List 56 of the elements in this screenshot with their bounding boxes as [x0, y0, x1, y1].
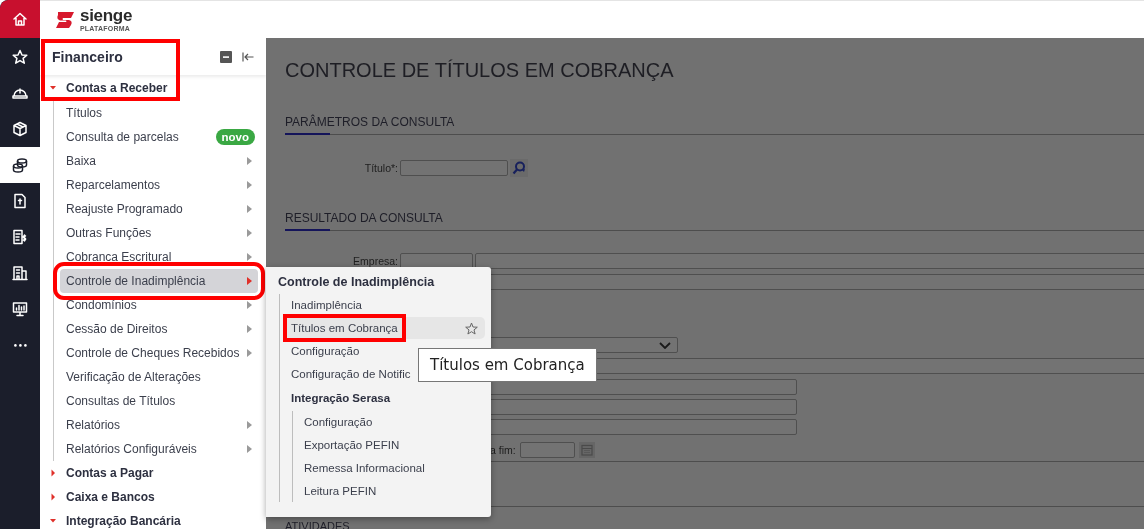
- submenu-item[interactable]: Remessa Informacional: [297, 457, 485, 479]
- company-name-field[interactable]: [475, 253, 1144, 269]
- building-icon: [11, 264, 29, 282]
- more-icon: [13, 343, 27, 347]
- page-title: CONTROLE DE TÍTULOS EM COBRANÇA: [285, 58, 675, 82]
- star-icon[interactable]: [465, 321, 478, 335]
- home-button[interactable]: [0, 0, 40, 38]
- menu-item[interactable]: Cessão de Direitos: [60, 317, 258, 341]
- logo-text: sienge: [80, 7, 133, 24]
- menu-item[interactable]: Relatórios Configuráveis: [60, 437, 258, 461]
- logo-icon: [54, 9, 76, 30]
- menu-item[interactable]: Reparcelamentos: [60, 173, 258, 197]
- menu-item[interactable]: Cobranca Escritural: [60, 245, 258, 269]
- submenu-item[interactable]: Configuração: [297, 411, 485, 433]
- submenu-item[interactable]: Títulos em Cobrança: [284, 317, 485, 339]
- title-input[interactable]: [400, 160, 508, 176]
- box-icon: [11, 120, 29, 138]
- chevron-down-icon: [659, 341, 671, 349]
- invoice-icon: [11, 228, 29, 246]
- new-badge: novo: [215, 129, 255, 145]
- monitor-chart-icon: [11, 300, 29, 318]
- rail-button[interactable]: [0, 147, 40, 183]
- menu-item[interactable]: Verificação de Alterações: [60, 365, 258, 389]
- menu-item[interactable]: Controle de Cheques Recebidos: [60, 341, 258, 365]
- menu-item[interactable]: Títulos: [60, 101, 258, 125]
- menu-group[interactable]: Integração Bancária: [66, 514, 181, 528]
- menu-item[interactable]: Baixa: [60, 149, 258, 173]
- field-label: Empresa:: [352, 255, 398, 267]
- tooltip: Títulos em Cobrança: [418, 348, 597, 382]
- document-icon: [11, 192, 29, 210]
- submenu-item[interactable]: Leitura PEFIN: [297, 480, 485, 502]
- section-heading: RESULTADO DA CONSULTA: [285, 211, 444, 225]
- end-date-field[interactable]: [519, 442, 575, 458]
- menu-group[interactable]: Contas a Pagar: [66, 466, 154, 480]
- section-heading: PARÂMETROS DA CONSULTA: [285, 115, 456, 129]
- field-label: Título*:: [363, 162, 398, 174]
- coins-icon: [11, 156, 29, 174]
- menu-item[interactable]: Consultas de Títulos: [60, 389, 258, 413]
- home-icon: [11, 10, 29, 28]
- submenu-group: Integração Serasa: [280, 386, 485, 410]
- field-label: a fim:: [490, 444, 516, 456]
- menu-group[interactable]: Contas a Receber: [66, 81, 168, 95]
- search-icon[interactable]: [510, 159, 528, 177]
- menu-item[interactable]: Relatórios: [60, 413, 258, 437]
- menu-item[interactable]: Consulta de parcelas novo: [60, 125, 258, 149]
- submenu-item[interactable]: Exportação PEFIN: [297, 434, 485, 456]
- star-icon: [11, 48, 29, 66]
- minimize-icon[interactable]: [220, 50, 232, 63]
- collapse-icon[interactable]: [242, 51, 254, 62]
- submenu-item[interactable]: Inadimplência: [284, 294, 485, 316]
- menu-item[interactable]: Reajuste Programado: [60, 197, 258, 221]
- menu-item[interactable]: Outras Funções: [60, 221, 258, 245]
- menu-item[interactable]: Condomínios: [60, 293, 258, 317]
- menu-group[interactable]: Caixa e Bancos: [66, 490, 155, 504]
- menu-title: Financeiro: [52, 48, 124, 65]
- submenu-title: Controle de Inadimplência: [277, 274, 436, 291]
